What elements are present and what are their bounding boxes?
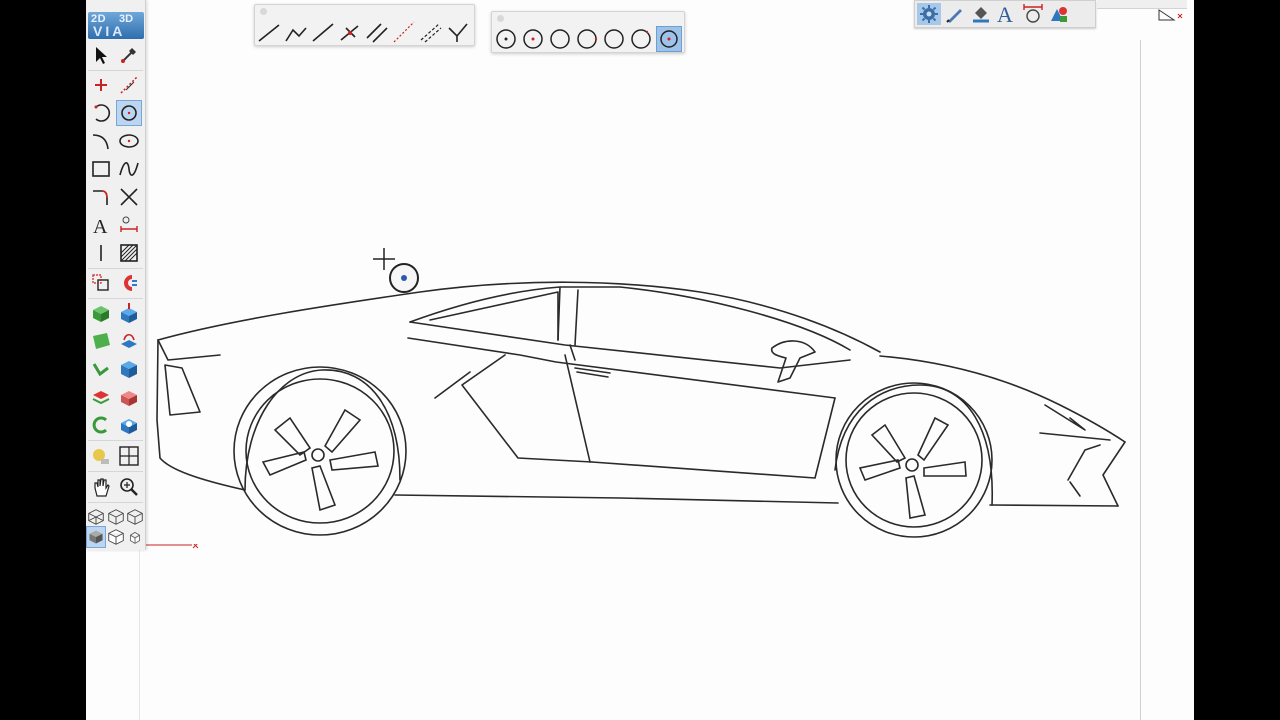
bisector-line-icon[interactable] <box>445 19 471 45</box>
car-underbody <box>394 494 839 504</box>
loft-icon[interactable] <box>88 356 114 382</box>
car-rear-light <box>164 364 201 416</box>
circle-center-point-icon[interactable] <box>520 26 546 52</box>
origin-axis <box>146 544 199 549</box>
transform-icon[interactable] <box>88 270 114 296</box>
text-cursor-icon[interactable] <box>88 240 114 266</box>
pencil-icon[interactable] <box>943 3 967 25</box>
shapes-icon[interactable] <box>1047 3 1071 25</box>
sweep-icon[interactable] <box>116 328 142 354</box>
hatch-icon[interactable] <box>116 240 142 266</box>
car-side-crease <box>434 371 471 399</box>
circle-tangent-icon[interactable] <box>601 26 627 52</box>
surface-icon[interactable] <box>88 328 114 354</box>
car-side-mirror <box>770 340 816 383</box>
dashed-line-icon[interactable] <box>391 19 417 45</box>
car-front-fender <box>834 384 993 506</box>
line-angle-icon[interactable] <box>310 19 336 45</box>
perpendicular-line-icon[interactable] <box>337 19 363 45</box>
magnet-icon[interactable] <box>116 270 142 296</box>
logo-text-via: VIA <box>93 23 126 39</box>
extrude-icon[interactable] <box>88 300 114 326</box>
car-door-line <box>564 344 591 463</box>
circle-tool-cursor <box>373 248 419 293</box>
parallel-line-icon[interactable] <box>364 19 390 45</box>
circle-center-radius-icon[interactable] <box>493 26 519 52</box>
union-icon[interactable] <box>116 384 142 410</box>
car-rear-face <box>157 339 221 361</box>
arc-icon[interactable] <box>88 100 114 126</box>
left-tool-palette: 2D 3D VIA A <box>86 0 146 550</box>
construction-line-icon[interactable] <box>116 72 142 98</box>
box-blue-icon[interactable] <box>116 356 142 382</box>
circle-tangent-3-icon[interactable] <box>628 26 654 52</box>
dimension-style-icon[interactable] <box>1021 3 1045 25</box>
palette-close-dot[interactable] <box>497 15 504 22</box>
ruler-corner-icon <box>1158 9 1183 21</box>
small-view-icon[interactable] <box>125 526 145 548</box>
pan-hand-icon[interactable] <box>88 474 114 500</box>
push-pull-icon[interactable] <box>116 300 142 326</box>
hidden-line-icon[interactable] <box>106 526 126 548</box>
car-window-inner <box>429 291 559 341</box>
line-tools-palette <box>254 4 475 46</box>
top-right-toolbar: A <box>914 0 1096 28</box>
point-icon[interactable] <box>88 72 114 98</box>
fillet-icon[interactable] <box>88 184 114 210</box>
select-arrow-icon[interactable] <box>88 42 114 68</box>
circle-tools-palette <box>491 11 685 53</box>
paint-bucket-icon[interactable] <box>969 3 993 25</box>
car-belt-line <box>407 337 836 399</box>
offset-line-icon[interactable] <box>418 19 444 45</box>
app-logo: 2D 3D VIA <box>88 12 144 39</box>
car-window-bottom <box>409 321 851 369</box>
dimension-icon[interactable] <box>116 212 142 238</box>
trim-icon[interactable] <box>116 184 142 210</box>
line-icon[interactable] <box>256 19 282 45</box>
circle-3-point-icon[interactable] <box>574 26 600 52</box>
car-front-vent <box>1067 444 1101 497</box>
car-b-pillar <box>557 286 579 346</box>
views-icon[interactable] <box>116 443 142 469</box>
front-wheel <box>835 382 993 538</box>
car-front-crease <box>1039 404 1111 441</box>
car-rear-deck <box>879 355 1126 443</box>
split-icon[interactable] <box>88 384 114 410</box>
circle-2-point-icon[interactable] <box>547 26 573 52</box>
car-door-bottom <box>591 397 836 479</box>
revolve-icon[interactable] <box>88 412 114 438</box>
settings-gear-icon[interactable] <box>917 3 941 25</box>
rectangle-icon[interactable] <box>88 156 114 182</box>
text-style-icon[interactable]: A <box>995 3 1019 25</box>
rear-wheel <box>233 366 407 536</box>
zoom-icon[interactable] <box>116 474 142 500</box>
boolean-icon[interactable] <box>116 412 142 438</box>
polyline-icon[interactable] <box>283 19 309 45</box>
car-door-handle <box>574 367 611 378</box>
circle-selected-icon[interactable] <box>656 26 682 52</box>
eyedropper-icon[interactable] <box>116 42 142 68</box>
ellipse-icon[interactable] <box>116 128 142 154</box>
palette-close-dot[interactable] <box>260 8 267 15</box>
text-icon[interactable]: A <box>88 212 114 238</box>
curve-arc-icon[interactable] <box>88 128 114 154</box>
spline-icon[interactable] <box>116 156 142 182</box>
svg-text:A: A <box>93 216 108 236</box>
car-front-nose <box>1102 441 1126 507</box>
svg-text:A: A <box>997 3 1013 25</box>
car-rocker <box>989 504 1119 507</box>
car-sketch <box>156 281 1126 538</box>
material-icon[interactable] <box>88 443 114 469</box>
car-side-intake <box>461 354 593 463</box>
shaded-iso-icon[interactable] <box>86 526 106 548</box>
car-window-top <box>409 286 851 351</box>
circle-icon[interactable] <box>116 100 142 126</box>
